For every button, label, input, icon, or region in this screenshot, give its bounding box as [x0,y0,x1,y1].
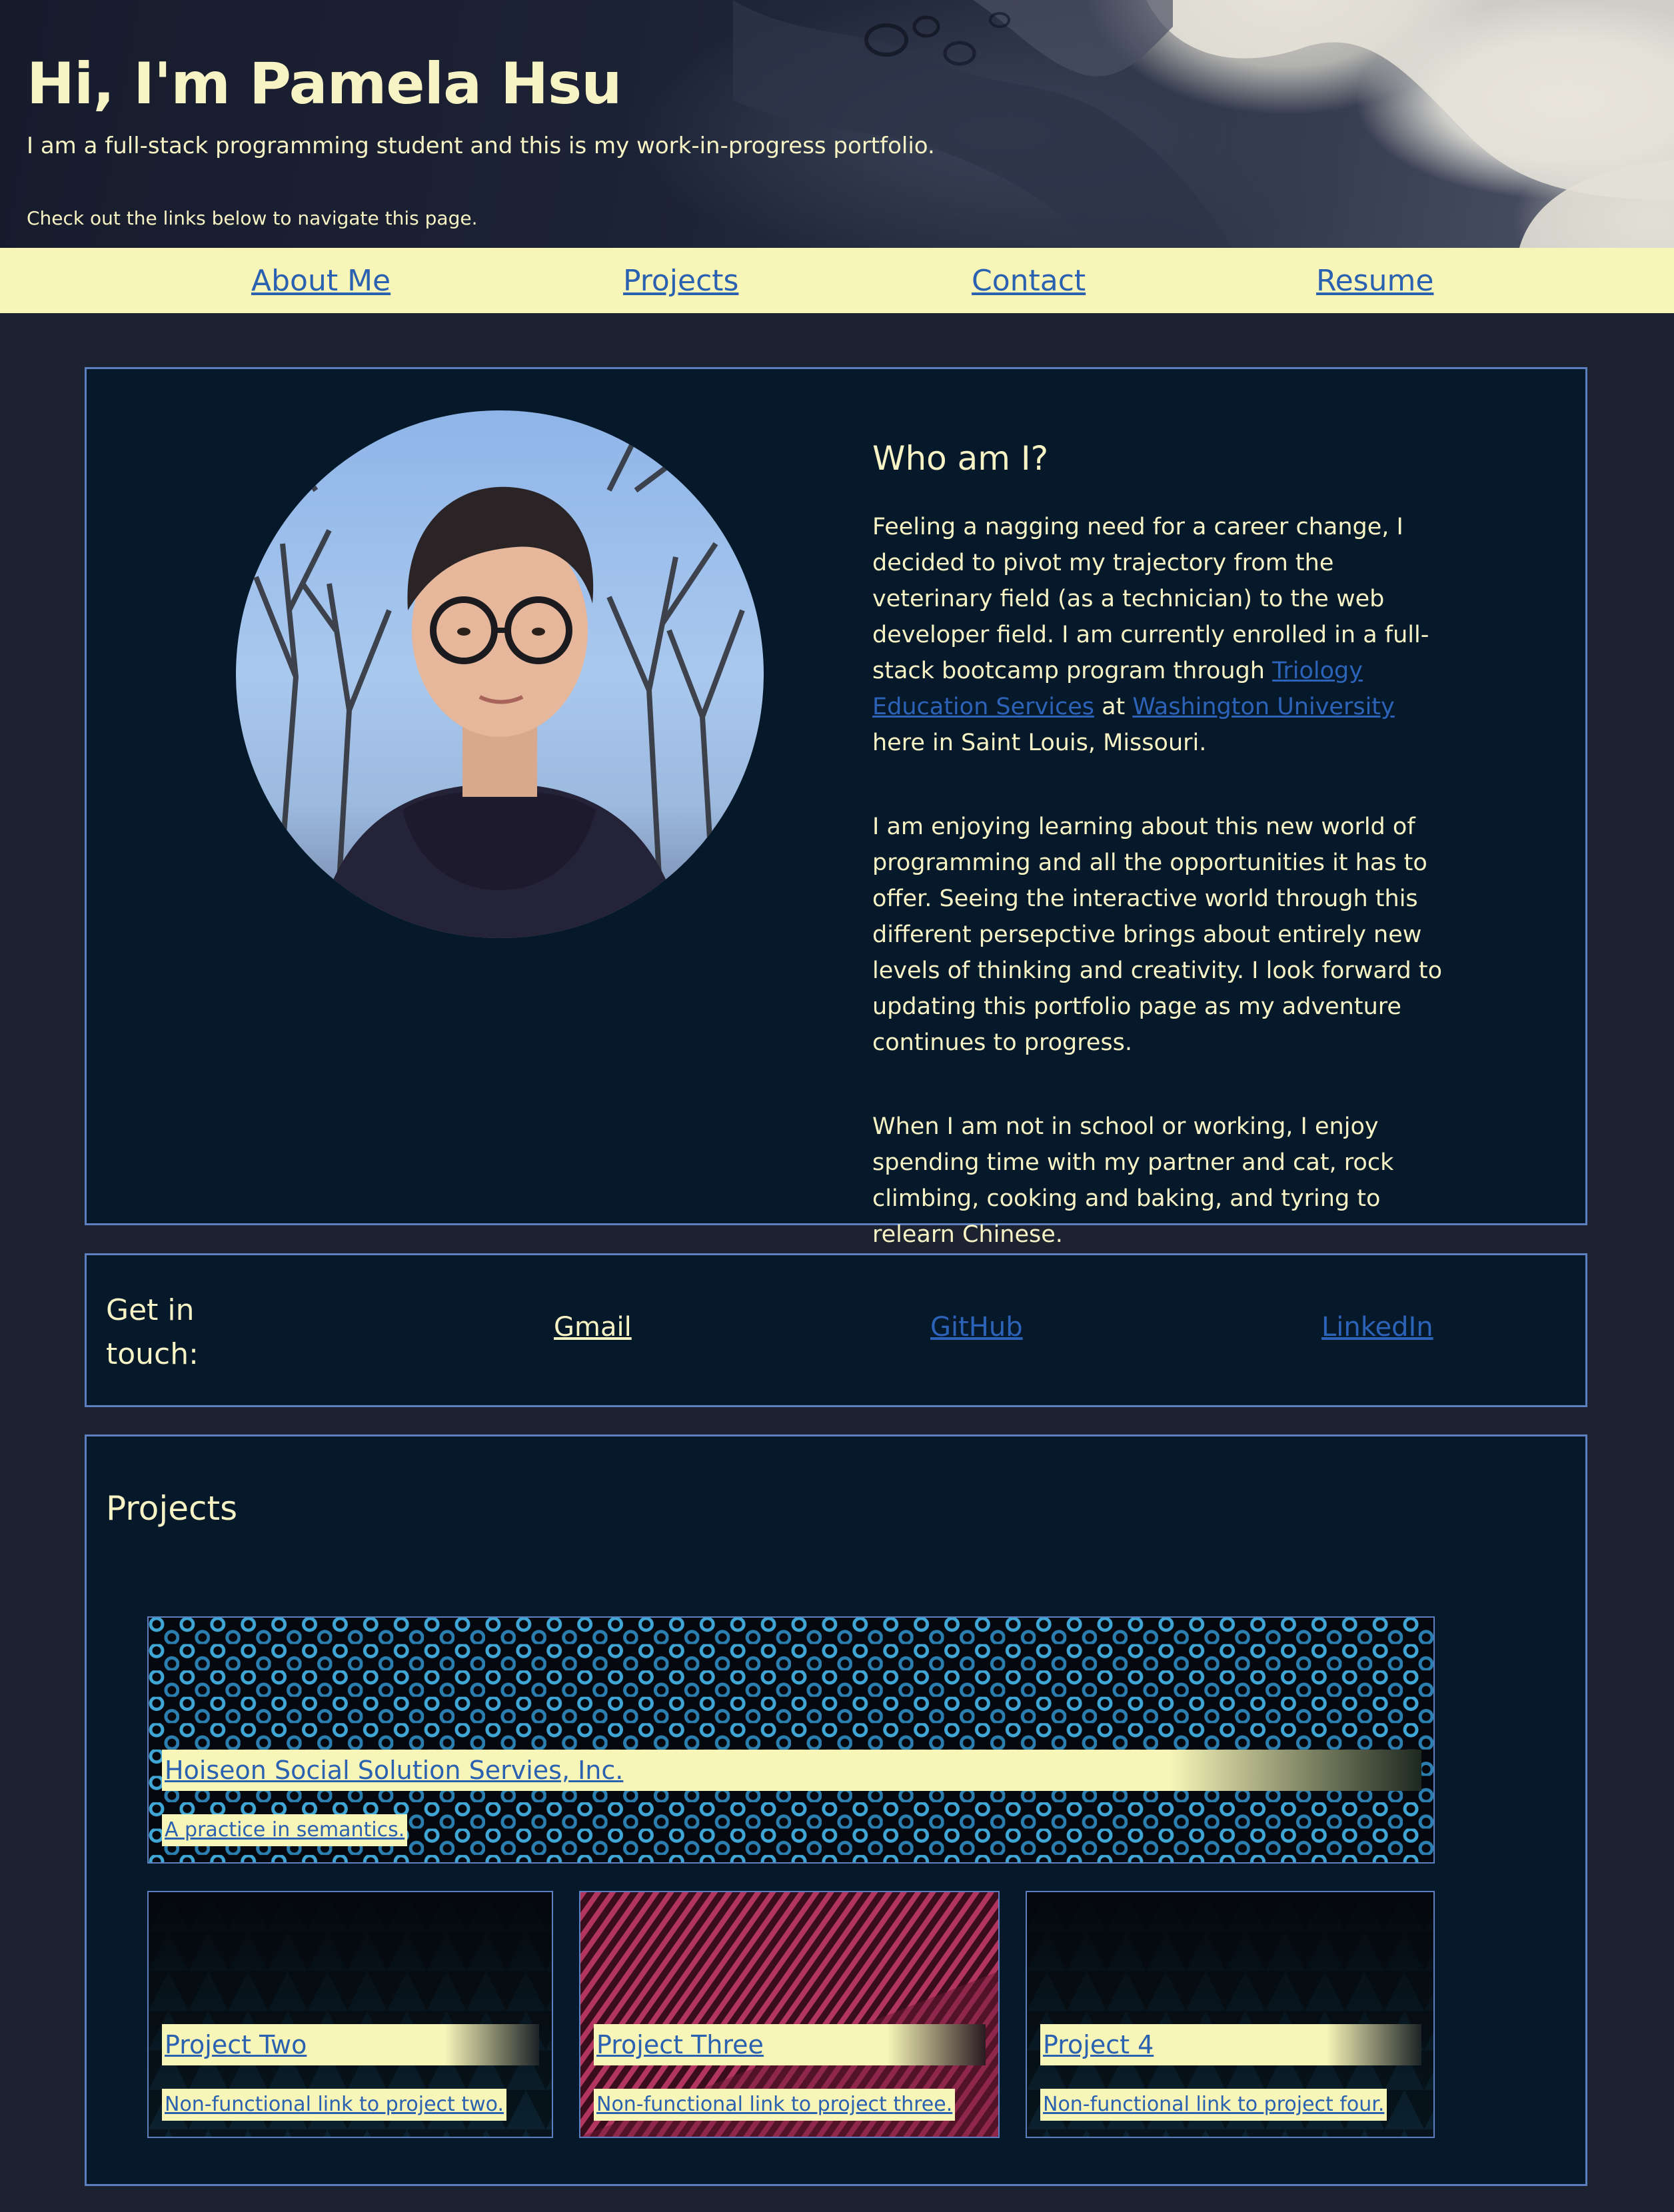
nav-link-contact[interactable]: Contact [972,263,1086,300]
about-section: Who am I? Feeling a nagging need for a c… [85,367,1587,1248]
gmail-link[interactable]: Gmail [554,1310,632,1345]
project-card-two[interactable]: Project Two Non-functional link to proje… [147,1891,553,2138]
profile-photo-illustration [253,435,745,938]
about-paragraph-1: Feeling a nagging need for a career chan… [872,509,1445,761]
about-paragraph-1-text-end: here in Saint Louis, Missouri. [872,730,1207,756]
main-nav: About Me Projects Contact Resume [0,248,1674,313]
about-text-block: Who am I? Feeling a nagging need for a c… [872,437,1445,1301]
projects-heading: Projects [106,1489,238,1528]
projects-section: Projects Hoiseon Social Solution Servies… [85,1434,1587,2186]
project-card-featured-description[interactable]: A practice in semantics. [162,1814,408,1846]
about-paragraph-3: When I am not in school or working, I en… [872,1113,1394,1248]
project-card-two-description[interactable]: Non-functional link to project two. [162,2089,507,2121]
contact-section: Get in touch: Gmail GitHub LinkedIn [85,1253,1587,1407]
project-card-four[interactable]: Project 4 Non-functional link to project… [1026,1891,1435,2138]
contact-heading: Get in touch: [106,1293,199,1371]
nav-link-projects[interactable]: Projects [623,263,738,300]
washington-university-link[interactable]: Washington University [1132,694,1394,720]
github-link[interactable]: GitHub [930,1310,1023,1345]
about-heading: Who am I? [872,439,1049,478]
project-card-two-title[interactable]: Project Two [162,2024,539,2065]
project-card-four-description[interactable]: Non-functional link to project four. [1040,2089,1387,2121]
project-card-four-title[interactable]: Project 4 [1040,2024,1421,2065]
project-card-featured-title[interactable]: Hoiseon Social Solution Servies, Inc. [162,1750,1421,1791]
navigation-hint: Check out the links below to navigate th… [27,207,478,229]
nav-link-about-me[interactable]: About Me [251,263,391,300]
project-card-featured[interactable]: Hoiseon Social Solution Servies, Inc. A … [147,1616,1435,1864]
about-paragraph-2: I am enjoying learning about this new wo… [872,814,1443,1056]
project-card-three-description[interactable]: Non-functional link to project three. [594,2089,956,2121]
linkedin-link[interactable]: LinkedIn [1321,1310,1433,1345]
profile-photo [236,410,764,938]
hero-header: Hi, I'm Pamela Hsu I am a full-stack pro… [0,0,1674,248]
project-card-three[interactable]: Project Three Non-functional link to pro… [579,1891,1000,2138]
page-title: Hi, I'm Pamela Hsu [27,51,622,117]
page-subtitle: I am a full-stack programming student an… [27,133,935,159]
about-paragraph-1-text-mid: at [1094,694,1133,720]
nav-link-resume[interactable]: Resume [1316,263,1433,300]
project-card-three-title[interactable]: Project Three [594,2024,986,2065]
